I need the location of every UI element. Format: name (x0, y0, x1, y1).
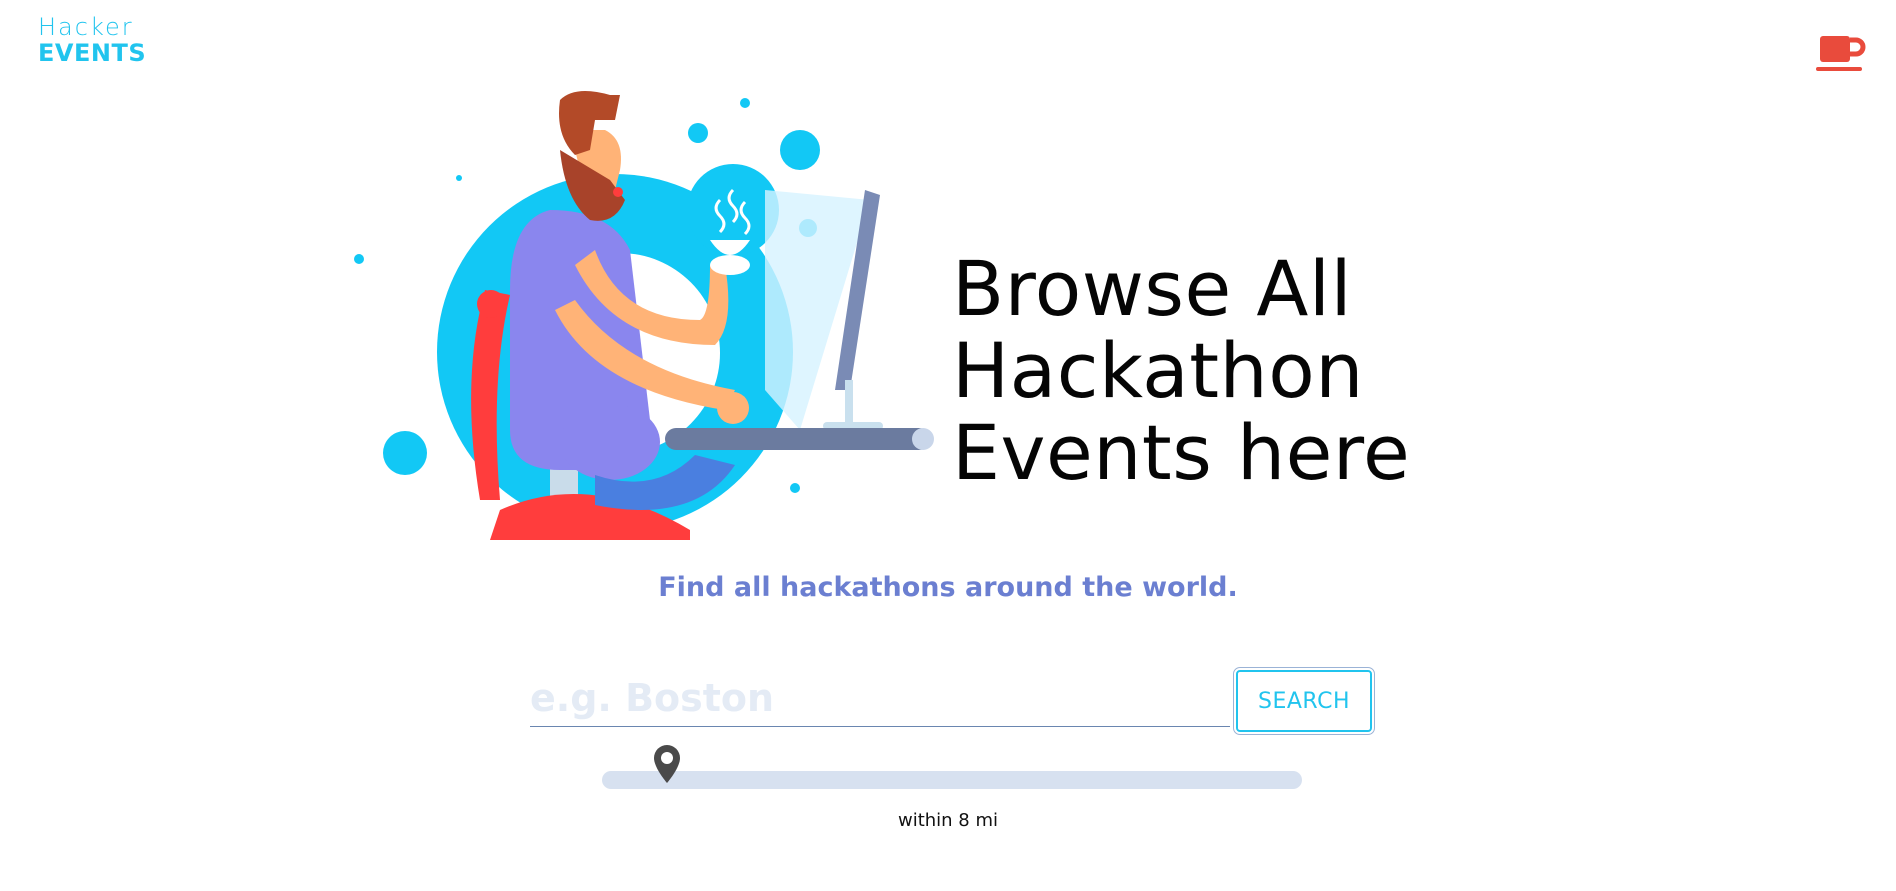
hero-title: Browse All Hackathon Events here (952, 244, 1411, 497)
radius-label: within 8 mi (897, 810, 999, 831)
page: Hacker EVENTS Browse All Hackathon Event… (0, 0, 1896, 891)
map-pin-icon[interactable] (652, 743, 682, 785)
logo-line2: EVENTS (38, 39, 147, 68)
hero-subtitle: Find all hackathons around the world. (658, 572, 1238, 603)
location-search-input[interactable] (530, 670, 1230, 727)
radius-slider-track[interactable] (602, 771, 1302, 789)
coffee-cup-icon[interactable] (1816, 32, 1866, 74)
logo-line1: Hacker (38, 13, 134, 41)
logo[interactable]: Hacker EVENTS (38, 14, 146, 67)
search-button[interactable]: SEARCH (1233, 667, 1375, 735)
developer-at-computer-illustration (354, 91, 934, 540)
